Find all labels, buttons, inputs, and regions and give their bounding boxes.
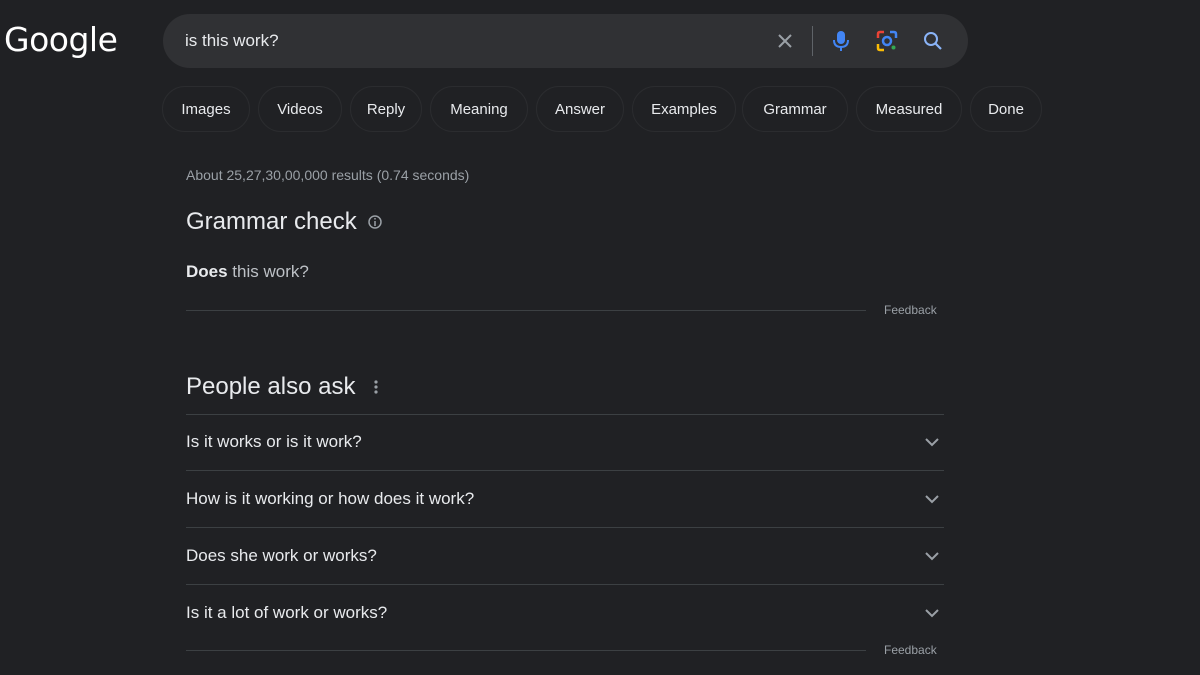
- paa-question-text: How is it working or how does it work?: [186, 489, 475, 508]
- paa-question-text: Is it a lot of work or works?: [186, 603, 388, 622]
- chevron-down-icon: [924, 494, 940, 504]
- grammar-corrected-text: Does this work?: [186, 262, 309, 282]
- chevron-down-icon: [924, 551, 940, 561]
- chip-videos[interactable]: Videos: [258, 86, 342, 132]
- paa-question-text: Is it works or is it work?: [186, 432, 362, 451]
- clear-search-button[interactable]: [771, 27, 799, 55]
- chevron-down-icon: [924, 437, 940, 447]
- paa-question[interactable]: Is it a lot of work or works?: [186, 585, 944, 641]
- close-icon: [778, 34, 792, 48]
- search-divider: [812, 26, 813, 56]
- chip-measured[interactable]: Measured: [856, 86, 962, 132]
- corrected-word: Does: [186, 262, 228, 281]
- paa-question[interactable]: Does she work or works?: [186, 528, 944, 584]
- search-submit-button[interactable]: [919, 27, 947, 55]
- lens-search-button[interactable]: [873, 27, 901, 55]
- chip-done[interactable]: Done: [970, 86, 1042, 132]
- paa-feedback-link[interactable]: Feedback: [884, 643, 937, 657]
- chip-answer[interactable]: Answer: [536, 86, 624, 132]
- chip-grammar[interactable]: Grammar: [742, 86, 848, 132]
- paa-question-text: Does she work or works?: [186, 546, 377, 565]
- paa-bottom-divider: [186, 650, 866, 651]
- corrected-rest: this work?: [227, 262, 309, 281]
- microphone-icon: [833, 31, 849, 51]
- result-stats: About 25,27,30,00,000 results (0.74 seco…: [186, 167, 470, 183]
- search-input[interactable]: [185, 14, 745, 68]
- chip-images[interactable]: Images: [162, 86, 250, 132]
- chip-reply[interactable]: Reply: [350, 86, 422, 132]
- voice-search-button[interactable]: [827, 27, 855, 55]
- more-vert-icon[interactable]: [373, 378, 379, 396]
- paa-question[interactable]: Is it works or is it work?: [186, 414, 944, 470]
- people-also-ask-heading: People also ask: [186, 373, 379, 401]
- google-logo[interactable]: Google: [4, 20, 118, 59]
- people-also-ask-title: People also ask: [186, 373, 356, 400]
- chip-meaning[interactable]: Meaning: [430, 86, 528, 132]
- chip-examples[interactable]: Examples: [632, 86, 736, 132]
- info-icon[interactable]: [367, 214, 383, 230]
- grammar-divider: [186, 310, 866, 311]
- google-lens-icon: [876, 30, 898, 52]
- paa-question[interactable]: How is it working or how does it work?: [186, 471, 944, 527]
- grammar-check-title: Grammar check: [186, 208, 357, 235]
- grammar-check-heading: Grammar check: [186, 208, 383, 236]
- grammar-feedback-link[interactable]: Feedback: [884, 303, 937, 317]
- chevron-down-icon: [924, 608, 940, 618]
- search-bar: [163, 14, 968, 68]
- search-icon: [924, 32, 942, 50]
